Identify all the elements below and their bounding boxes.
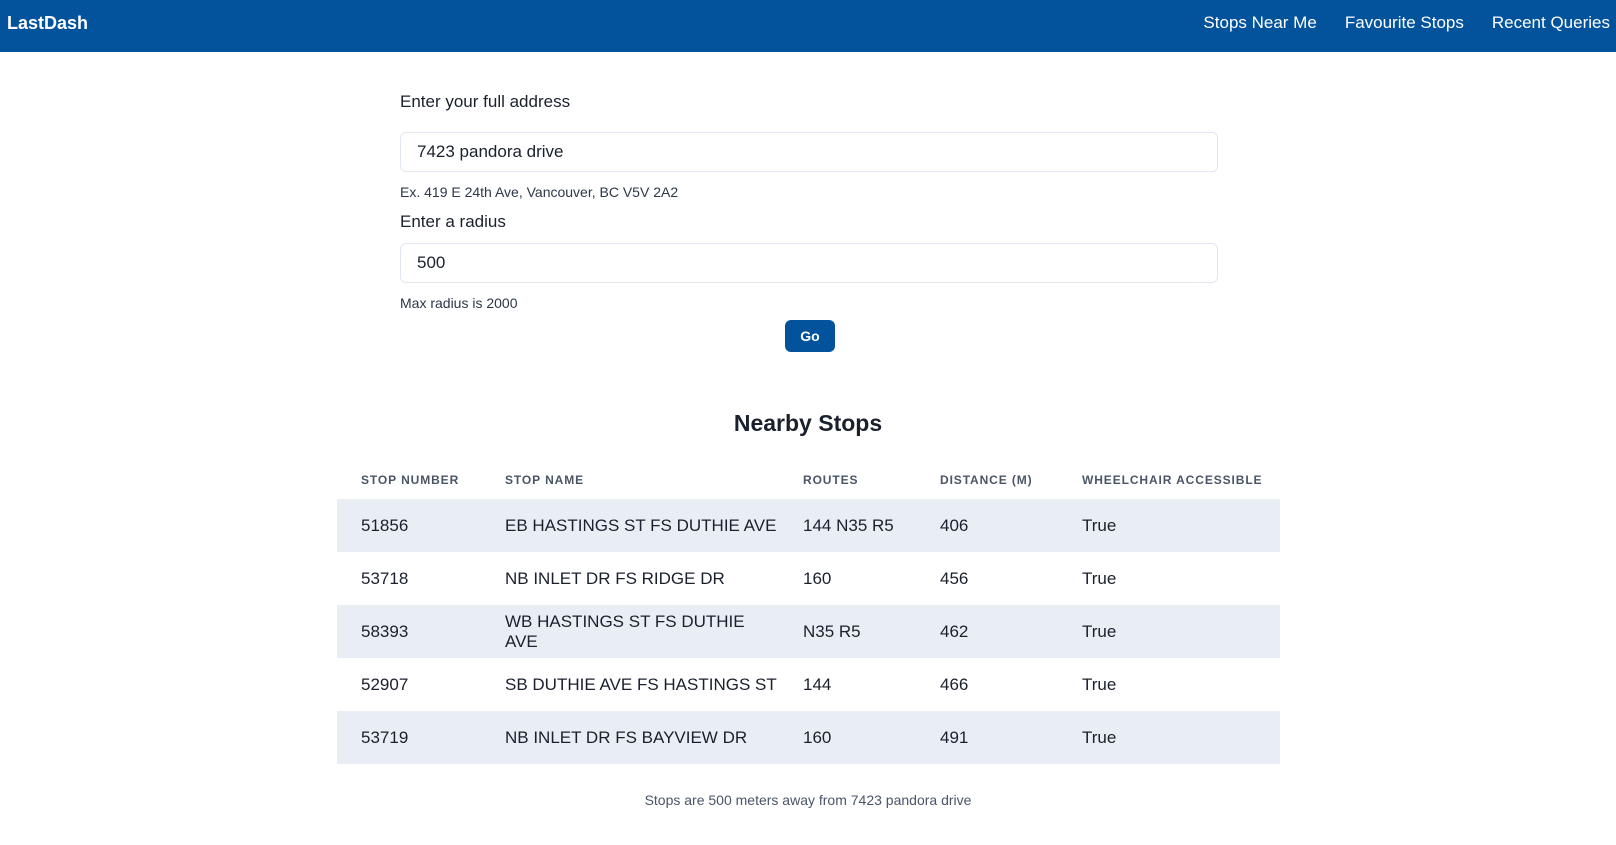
wheelchair-cell: True: [1082, 621, 1117, 641]
go-button[interactable]: Go: [785, 320, 835, 352]
routes-cell: 144: [803, 674, 832, 694]
nav-link-recent-queries[interactable]: Recent Queries: [1492, 13, 1610, 33]
distance-cell: 466: [940, 674, 969, 694]
nav-links: Stops Near Me Favourite Stops Recent Que…: [1175, 13, 1610, 33]
stop-name-cell: SB DUTHIE AVE FS HASTINGS ST: [505, 674, 777, 694]
nearby-stops-title: Nearby Stops: [733, 410, 883, 436]
stop-number-cell: 51856: [361, 515, 409, 535]
wheelchair-cell: True: [1082, 727, 1117, 747]
address-label: Enter your full address: [400, 92, 571, 111]
radius-label: Enter a radius: [400, 212, 506, 231]
wheelchair-cell: True: [1082, 515, 1117, 535]
routes-cell: 160: [803, 568, 832, 588]
radius-helper-text: Max radius is 2000: [400, 295, 518, 311]
stop-number-cell: 58393: [361, 621, 409, 641]
results-caption: Stops are 500 meters away from 7423 pand…: [644, 792, 972, 808]
routes-cell: 160: [803, 727, 832, 747]
column-header-stop-name: Stop Name: [505, 473, 585, 487]
brand-logo[interactable]: LastDash: [7, 13, 88, 34]
stop-number-cell: 53719: [361, 727, 409, 747]
stop-name-cell: EB HASTINGS ST FS DUTHIE AVE: [505, 515, 777, 535]
column-header-wheelchair: Wheelchair Accessible: [1082, 473, 1263, 487]
distance-cell: 462: [940, 621, 969, 641]
table-row[interactable]: 58393 WB HASTINGS ST FS DUTHIE AVE N35 R…: [337, 605, 1280, 658]
routes-cell: 144 N35 R5: [803, 515, 894, 535]
wheelchair-cell: True: [1082, 568, 1117, 588]
wheelchair-cell: True: [1082, 674, 1117, 694]
table-row[interactable]: 53719 NB INLET DR FS BAYVIEW DR 160 491 …: [337, 711, 1280, 764]
stop-name-cell: NB INLET DR FS BAYVIEW DR: [505, 727, 748, 747]
distance-cell: 456: [940, 568, 969, 588]
routes-cell: N35 R5: [803, 621, 861, 641]
stop-number-cell: 52907: [361, 674, 409, 694]
stops-table: Stop Number Stop Name Routes Distance (m…: [337, 461, 1280, 764]
distance-cell: 491: [940, 727, 969, 747]
column-header-distance: Distance (m): [940, 473, 1033, 487]
column-header-routes: Routes: [803, 473, 859, 487]
table-row[interactable]: 52907 SB DUTHIE AVE FS HASTINGS ST 144 4…: [337, 658, 1280, 711]
distance-cell: 406: [940, 515, 969, 535]
nav-link-stops-near-me[interactable]: Stops Near Me: [1203, 13, 1316, 33]
table-header-row: Stop Number Stop Name Routes Distance (m…: [337, 461, 1280, 499]
stop-name-cell: NB INLET DR FS RIDGE DR: [505, 568, 725, 588]
address-helper-text: Ex. 419 E 24th Ave, Vancouver, BC V5V 2A…: [400, 184, 679, 200]
radius-input[interactable]: [400, 243, 1218, 283]
stop-name-cell: WB HASTINGS ST FS DUTHIE AVE: [505, 611, 745, 651]
stop-number-cell: 53718: [361, 568, 409, 588]
table-row[interactable]: 51856 EB HASTINGS ST FS DUTHIE AVE 144 N…: [337, 499, 1280, 552]
nav-link-favourite-stops[interactable]: Favourite Stops: [1345, 13, 1464, 33]
table-row[interactable]: 53718 NB INLET DR FS RIDGE DR 160 456 Tr…: [337, 552, 1280, 605]
address-input[interactable]: [400, 132, 1218, 172]
stops-table-container: Stop Number Stop Name Routes Distance (m…: [337, 461, 1280, 764]
column-header-stop-number: Stop Number: [361, 473, 460, 487]
top-navbar: LastDash Stops Near Me Favourite Stops R…: [0, 0, 1616, 52]
